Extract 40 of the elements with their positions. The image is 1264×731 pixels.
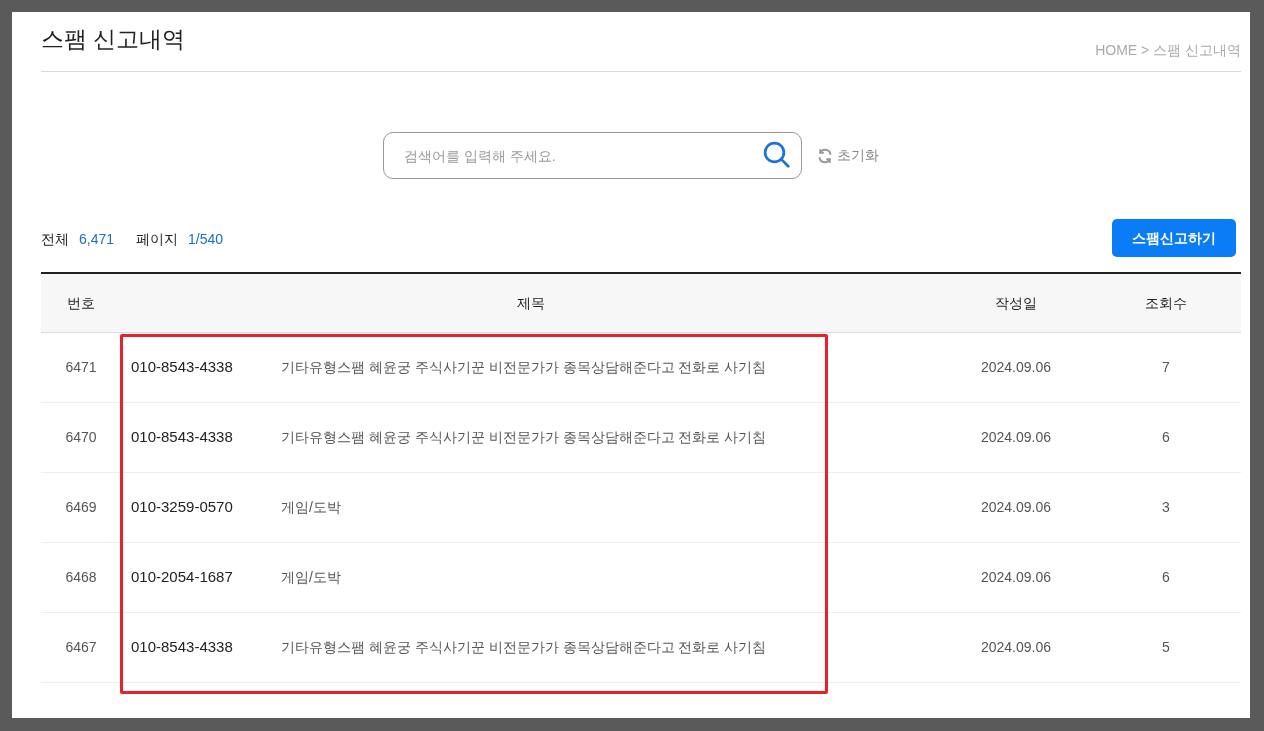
reset-button[interactable]: 초기화 bbox=[817, 145, 879, 166]
post-date: 2024.09.06 bbox=[979, 428, 1053, 447]
column-header: 제목 bbox=[516, 293, 546, 313]
post-title[interactable]: 게임/도박 bbox=[281, 497, 341, 518]
view-count: 6 bbox=[1161, 428, 1171, 447]
page-label: 페이지 bbox=[136, 230, 179, 249]
column-header: 번호 bbox=[66, 293, 96, 313]
search-field[interactable]: 검색어를 입력해 주세요. bbox=[383, 132, 802, 179]
report-spam-button[interactable]: 스팸신고하기 bbox=[1112, 219, 1236, 257]
post-title[interactable]: 기타유형스팸 혜윤궁 주식사기꾼 비전문가가 종목상담해준다고 전화로 사기침 bbox=[281, 357, 767, 378]
post-date: 2024.09.06 bbox=[979, 638, 1053, 657]
phone-number[interactable]: 010-2054-1687 bbox=[131, 566, 281, 589]
breadcrumb: HOME > 스팸 신고내역 bbox=[1095, 43, 1241, 57]
phone-number[interactable]: 010-8543-4338 bbox=[131, 426, 281, 449]
total-label: 전체 bbox=[41, 230, 69, 249]
post-title[interactable]: 기타유형스팸 혜윤궁 주식사기꾼 비전문가가 종목상담해준다고 전화로 사기침 bbox=[281, 427, 767, 448]
column-header: 작성일 bbox=[994, 293, 1038, 313]
total-count: 6,471 bbox=[79, 230, 115, 249]
row-number: 6468 bbox=[64, 568, 98, 587]
page-count: 1/540 bbox=[188, 230, 224, 249]
post-title[interactable]: 게임/도박 bbox=[281, 567, 341, 588]
phone-number[interactable]: 010-3259-0570 bbox=[131, 496, 281, 519]
phone-number[interactable]: 010-8543-4338 bbox=[131, 636, 281, 659]
row-number: 6471 bbox=[64, 358, 98, 377]
post-title[interactable]: 기타유형스팸 혜윤궁 주식사기꾼 비전문가가 종목상담해준다고 전화로 사기침 bbox=[281, 637, 767, 658]
post-date: 2024.09.06 bbox=[979, 498, 1053, 517]
view-count: 6 bbox=[1161, 568, 1171, 587]
post-date: 2024.09.06 bbox=[979, 358, 1053, 377]
row-number: 6470 bbox=[64, 428, 98, 447]
view-count: 5 bbox=[1161, 638, 1171, 657]
row-number: 6467 bbox=[64, 638, 98, 657]
phone-number[interactable]: 010-8543-4338 bbox=[131, 356, 281, 379]
row-number: 6469 bbox=[64, 498, 98, 517]
refresh-icon bbox=[817, 147, 833, 164]
search-icon[interactable] bbox=[762, 140, 792, 170]
page-title: 스팸 신고내역 bbox=[41, 28, 186, 51]
post-date: 2024.09.06 bbox=[979, 568, 1053, 587]
column-header: 조회수 bbox=[1144, 293, 1188, 313]
view-count: 7 bbox=[1161, 358, 1171, 377]
view-count: 3 bbox=[1161, 498, 1171, 517]
